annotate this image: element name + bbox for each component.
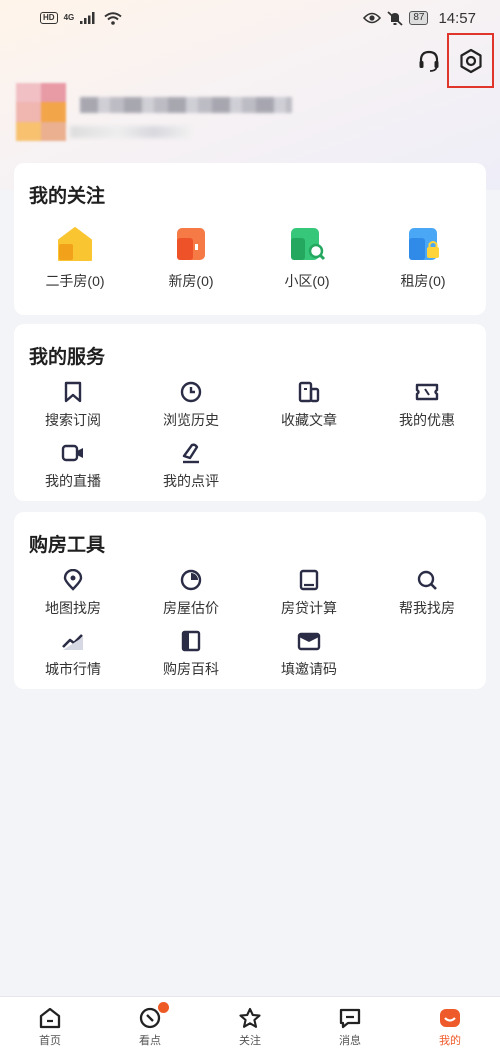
follow-second-hand[interactable]: 二手房(0) bbox=[16, 223, 134, 291]
bottom-nav: 首页 看点 关注 消息 我的 bbox=[0, 996, 500, 1051]
clock: 14:57 bbox=[438, 9, 476, 27]
eye-icon bbox=[363, 12, 382, 24]
service-search-subscribe[interactable]: 搜索订阅 bbox=[14, 378, 132, 430]
home-icon bbox=[39, 1007, 61, 1029]
nav-label: 关注 bbox=[239, 1035, 261, 1047]
tool-map-search[interactable]: 地图找房 bbox=[14, 566, 132, 618]
map-pin-icon bbox=[59, 566, 87, 594]
tool-label: 填邀请码 bbox=[281, 661, 337, 677]
follow-community[interactable]: 小区(0) bbox=[248, 223, 366, 291]
follow-label: 租房(0) bbox=[400, 273, 446, 289]
tool-valuation[interactable]: 房屋估价 bbox=[132, 566, 250, 618]
follow-label: 新房(0) bbox=[168, 273, 214, 289]
search-icon bbox=[413, 566, 441, 594]
service-label: 搜索订阅 bbox=[45, 412, 101, 428]
message-icon bbox=[339, 1008, 361, 1029]
service-saved-articles[interactable]: 收藏文章 bbox=[250, 378, 368, 430]
headset-icon bbox=[419, 50, 439, 72]
article-icon bbox=[295, 378, 323, 406]
clock-icon bbox=[177, 378, 205, 406]
notification-dot bbox=[158, 1002, 169, 1013]
follow-title: 我的关注 bbox=[29, 186, 106, 207]
nav-profile[interactable]: 我的 bbox=[400, 997, 500, 1051]
calculator-icon bbox=[295, 566, 323, 594]
follow-label: 小区(0) bbox=[284, 273, 330, 289]
service-coupons[interactable]: 我的优惠 bbox=[368, 378, 486, 430]
network-type: 4G bbox=[63, 13, 75, 22]
pen-icon bbox=[177, 439, 205, 467]
nav-label: 我的 bbox=[439, 1035, 461, 1047]
pie-icon bbox=[177, 566, 205, 594]
tools-card: 购房工具 地图找房 房屋估价 房贷计算 帮我找房 城市行情 购房百科 填邀请码 bbox=[14, 512, 486, 689]
service-label: 浏览历史 bbox=[163, 412, 219, 428]
tool-encyclopedia[interactable]: 购房百科 bbox=[132, 627, 250, 679]
rental-icon bbox=[402, 223, 444, 265]
nav-home[interactable]: 首页 bbox=[0, 997, 100, 1051]
book-icon bbox=[177, 627, 205, 655]
nav-label: 看点 bbox=[139, 1035, 161, 1047]
service-live[interactable]: 我的直播 bbox=[14, 439, 132, 491]
envelope-icon bbox=[295, 627, 323, 655]
tools-title: 购房工具 bbox=[29, 535, 106, 556]
nav-messages[interactable]: 消息 bbox=[300, 997, 400, 1051]
settings-button[interactable] bbox=[447, 33, 494, 88]
video-icon bbox=[59, 439, 87, 467]
customer-service-button[interactable] bbox=[414, 46, 444, 76]
tool-city-market[interactable]: 城市行情 bbox=[14, 627, 132, 679]
tool-label: 房贷计算 bbox=[281, 600, 337, 616]
tool-label: 购房百科 bbox=[163, 661, 219, 677]
service-reviews[interactable]: 我的点评 bbox=[132, 439, 250, 491]
nav-label: 消息 bbox=[339, 1035, 361, 1047]
signal-icon bbox=[80, 12, 95, 24]
follow-card: 我的关注 二手房(0) 新房(0) 小区(0) 租房(0) bbox=[14, 163, 486, 315]
wifi-icon bbox=[104, 11, 122, 25]
community-icon bbox=[286, 223, 328, 265]
new-house-icon bbox=[170, 223, 212, 265]
tool-label: 房屋估价 bbox=[163, 600, 219, 616]
trend-icon bbox=[59, 627, 87, 655]
nav-discover[interactable]: 看点 bbox=[100, 997, 200, 1051]
service-label: 我的点评 bbox=[163, 473, 219, 489]
star-icon bbox=[239, 1007, 261, 1028]
service-label: 我的优惠 bbox=[399, 412, 455, 428]
service-label: 我的直播 bbox=[45, 473, 101, 489]
tool-label: 地图找房 bbox=[45, 600, 101, 616]
nav-follow[interactable]: 关注 bbox=[200, 997, 300, 1051]
bookmark-icon bbox=[59, 378, 87, 406]
tool-label: 帮我找房 bbox=[399, 600, 455, 616]
tool-invite-code[interactable]: 填邀请码 bbox=[250, 627, 368, 679]
coupon-icon bbox=[413, 378, 441, 406]
battery-level: 87 bbox=[409, 11, 429, 25]
services-title: 我的服务 bbox=[29, 347, 106, 368]
settings-icon bbox=[459, 48, 482, 73]
nav-label: 首页 bbox=[39, 1035, 61, 1047]
avatar[interactable] bbox=[16, 83, 66, 141]
follow-rental[interactable]: 租房(0) bbox=[364, 223, 482, 291]
follow-new-house[interactable]: 新房(0) bbox=[132, 223, 250, 291]
tool-label: 城市行情 bbox=[45, 661, 101, 677]
username-blurred[interactable] bbox=[80, 97, 292, 113]
service-history[interactable]: 浏览历史 bbox=[132, 378, 250, 430]
user-subtitle-blurred bbox=[70, 126, 190, 138]
follow-label: 二手房(0) bbox=[45, 273, 105, 289]
status-bar: HD 4G 87 14:57 bbox=[0, 0, 500, 36]
mute-bell-icon bbox=[387, 10, 403, 26]
tool-find-house[interactable]: 帮我找房 bbox=[368, 566, 486, 618]
services-card: 我的服务 搜索订阅 浏览历史 收藏文章 我的优惠 我的直播 我的点评 bbox=[14, 324, 486, 501]
second-hand-house-icon bbox=[54, 223, 96, 265]
service-label: 收藏文章 bbox=[281, 412, 337, 428]
tool-loan-calculator[interactable]: 房贷计算 bbox=[250, 566, 368, 618]
profile-icon bbox=[440, 1009, 460, 1027]
hd-badge: HD bbox=[40, 12, 58, 24]
